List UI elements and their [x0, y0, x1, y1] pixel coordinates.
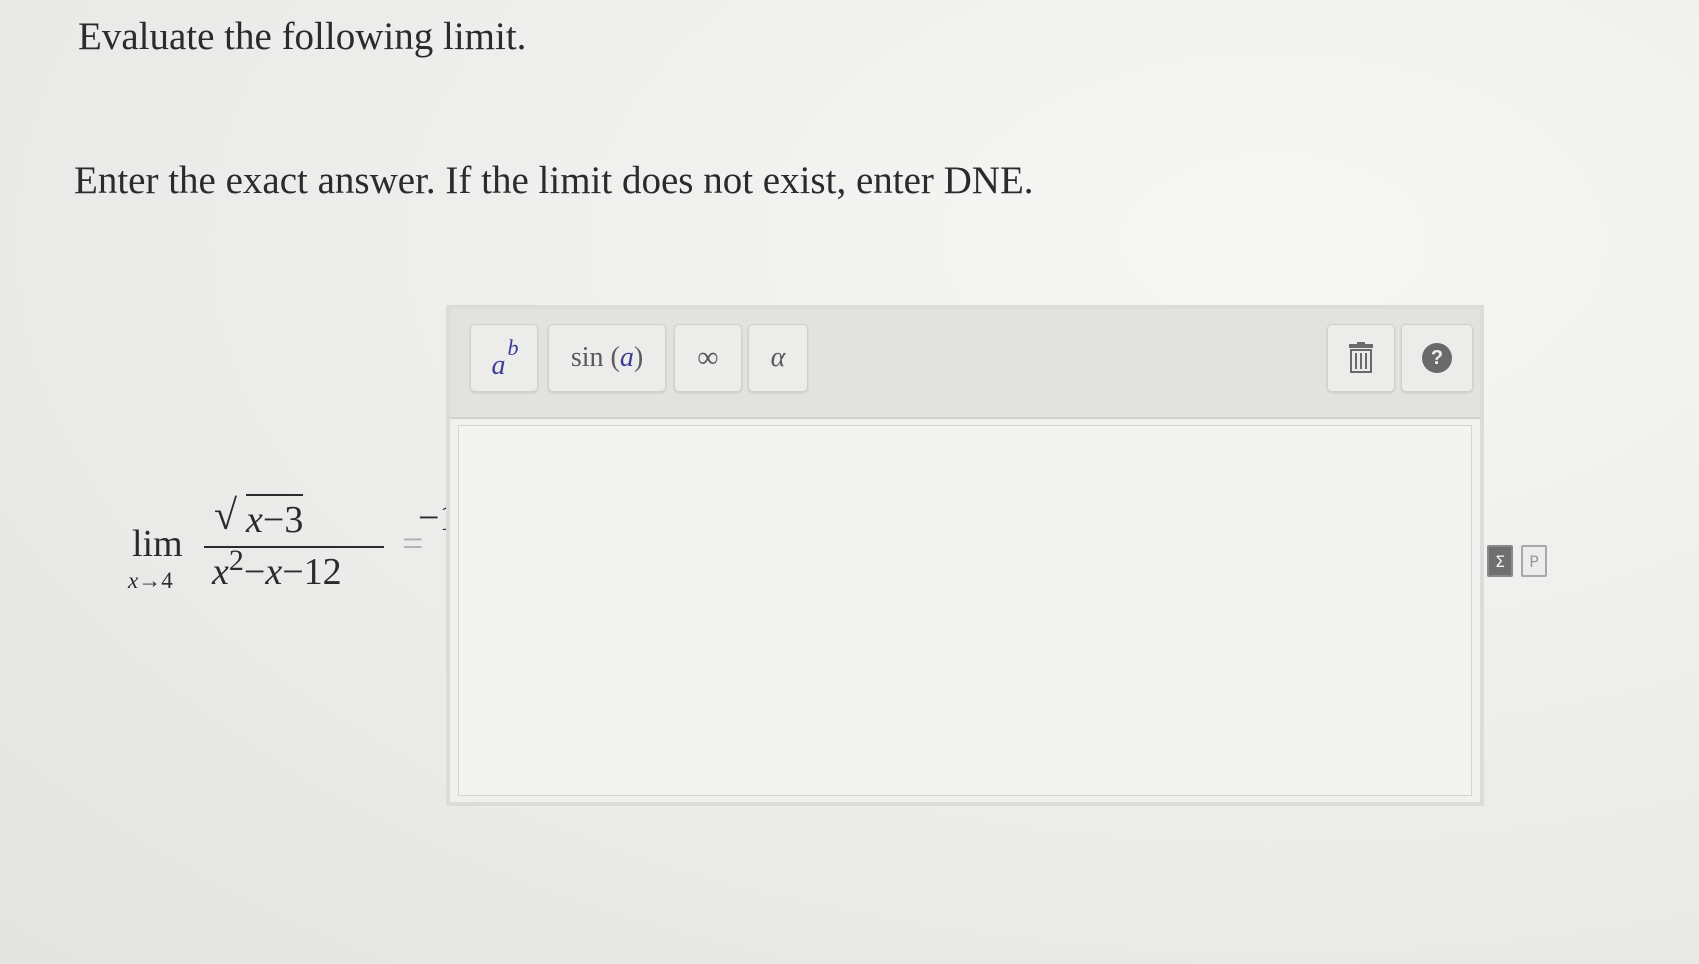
- answer-editor: ab sin (a) ∞ α ?: [446, 305, 1484, 806]
- sin-open-paren: (: [610, 342, 620, 373]
- denominator-constant: 12: [303, 551, 342, 593]
- help-button[interactable]: ?: [1401, 324, 1473, 392]
- radicand-variable: x: [246, 499, 263, 541]
- power-base: a: [491, 350, 506, 381]
- sin-close-paren: ): [633, 342, 644, 373]
- lim-subscript: x→4: [128, 568, 173, 594]
- denominator-operator-2: −: [282, 551, 304, 593]
- greek-letters-button[interactable]: α: [748, 324, 808, 392]
- denominator: x2−x−12: [212, 544, 342, 594]
- power-button[interactable]: ab: [470, 324, 538, 392]
- radical-sign: √: [214, 493, 238, 539]
- question-instruction: Enter the exact answer. If the limit doe…: [74, 159, 1034, 202]
- denominator-variable-2: x: [265, 551, 283, 593]
- infinity-symbol: ∞: [697, 341, 719, 374]
- lim-arrow: →: [138, 568, 162, 593]
- clear-button[interactable]: [1327, 324, 1395, 392]
- infinity-button[interactable]: ∞: [674, 324, 742, 392]
- denominator-variable: x: [212, 551, 229, 593]
- document-icon[interactable]: P: [1521, 545, 1547, 577]
- limit-expression: lim x→4 √ x−3 −1 x2−x−12 =: [128, 490, 458, 610]
- radicand-operator: −: [262, 499, 285, 541]
- lim-word: lim: [132, 523, 183, 565]
- radicand-number: 3: [284, 499, 304, 541]
- help-icon: ?: [1422, 343, 1452, 373]
- answer-input[interactable]: [459, 426, 1471, 795]
- denominator-exponent: 2: [228, 544, 244, 577]
- math-toolbar: ab sin (a) ∞ α ?: [450, 309, 1480, 419]
- question-title: Evaluate the following limit.: [78, 15, 527, 58]
- power-exponent: b: [507, 335, 519, 360]
- alpha-symbol: α: [770, 342, 786, 373]
- equals-sign: =: [402, 523, 424, 565]
- answer-input-area[interactable]: [458, 425, 1472, 796]
- equation-editor-icon[interactable]: Σ: [1487, 545, 1513, 577]
- side-icons: Σ P: [1487, 545, 1547, 577]
- lim-target: 4: [161, 568, 173, 593]
- radicand: x−3: [246, 494, 304, 542]
- trash-icon: [1349, 342, 1373, 373]
- sin-function: sin: [570, 342, 604, 373]
- sin-argument: a: [619, 342, 634, 373]
- lim-variable: x: [128, 568, 139, 593]
- denominator-operator-1: −: [243, 551, 266, 593]
- sin-button[interactable]: sin (a): [548, 324, 666, 392]
